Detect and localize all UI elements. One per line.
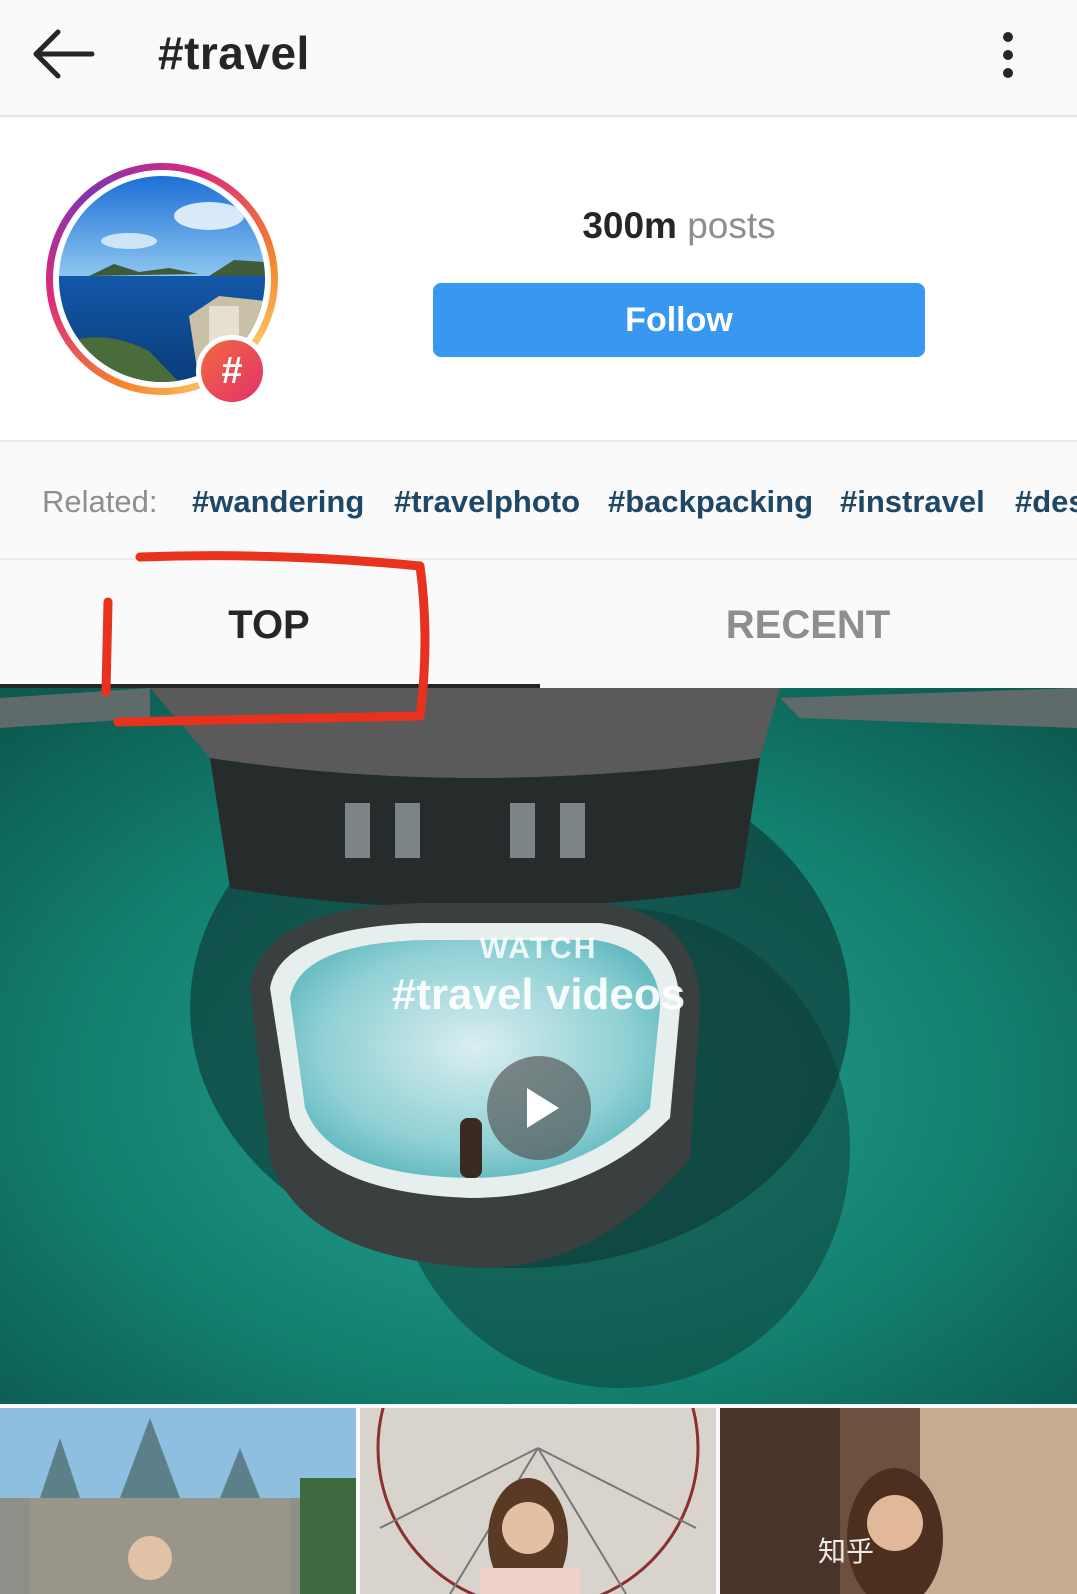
hashtag-badge-icon: # xyxy=(196,335,268,407)
post-count-label: posts xyxy=(687,205,776,246)
related-label: Related: xyxy=(42,484,158,519)
tab-top[interactable]: TOP xyxy=(0,562,538,688)
related-tag[interactable]: #des xyxy=(1015,484,1077,520)
grid-post-ferris-wheel[interactable] xyxy=(360,1408,716,1594)
arrow-left-icon xyxy=(33,29,95,79)
post-thumbnail xyxy=(720,1408,1077,1594)
more-vertical-icon xyxy=(1003,32,1013,78)
app-bar: #travel xyxy=(0,0,1077,117)
video-thumbnail xyxy=(0,688,1077,1404)
related-hashtags: Related: #wandering #travelphoto #backpa… xyxy=(0,444,1077,560)
watermark: 知乎 xyxy=(818,1535,875,1568)
post-thumbnail xyxy=(360,1408,716,1594)
page-title: #travel xyxy=(158,27,310,79)
related-tag[interactable]: #wandering xyxy=(192,484,364,520)
follow-button[interactable]: Follow xyxy=(433,283,925,357)
post-thumbnail xyxy=(0,1408,356,1594)
feed-tabs: TOP RECENT xyxy=(0,562,1077,688)
hashtag-header: # 300m posts Follow xyxy=(0,119,1077,442)
grid-post-portrait[interactable] xyxy=(720,1408,1077,1594)
play-icon xyxy=(527,1088,559,1128)
post-count-value: 300m xyxy=(582,205,677,246)
back-button[interactable] xyxy=(28,24,98,84)
related-tag[interactable]: #travelphoto xyxy=(394,484,580,520)
related-tag[interactable]: #backpacking xyxy=(608,484,813,520)
grid-post-castle[interactable] xyxy=(0,1408,356,1594)
more-options-button[interactable] xyxy=(990,30,1026,80)
post-count: 300m posts xyxy=(433,205,925,247)
tab-recent[interactable]: RECENT xyxy=(539,562,1077,688)
videos-title: #travel videos xyxy=(391,970,686,1019)
travel-videos-tile[interactable]: WATCH #travel videos xyxy=(0,688,1077,1404)
related-tag[interactable]: #instravel xyxy=(840,484,985,520)
play-button[interactable] xyxy=(487,1056,591,1160)
watch-label: WATCH xyxy=(479,932,598,965)
